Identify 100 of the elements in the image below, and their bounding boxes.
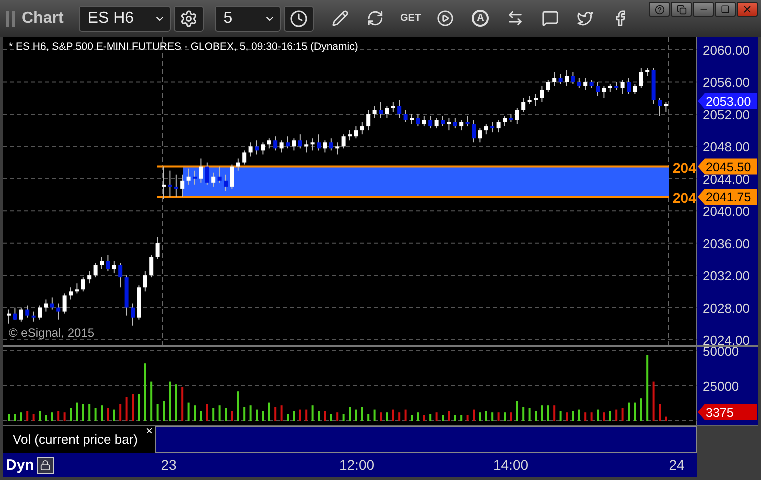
candlestick <box>664 102 668 113</box>
candlestick <box>428 116 433 130</box>
candlestick <box>156 236 160 260</box>
volume-bar <box>107 408 110 421</box>
candlestick <box>56 303 61 320</box>
candlestick <box>639 68 644 89</box>
close-icon <box>742 4 753 15</box>
minimize-button[interactable] <box>693 2 714 17</box>
volume-bar <box>156 404 159 421</box>
candlestick <box>422 116 426 128</box>
candlestick <box>602 86 606 99</box>
candlestick <box>540 86 544 103</box>
volume-bar <box>466 415 469 421</box>
restore-button[interactable] <box>671 2 692 17</box>
volume-bar <box>268 402 270 421</box>
volume-bar <box>26 411 29 421</box>
candlestick <box>19 307 24 322</box>
lock-icon[interactable] <box>37 456 54 474</box>
clock-button[interactable] <box>284 6 314 32</box>
candlestick <box>434 118 439 130</box>
zone-label: 204 <box>673 160 696 176</box>
candlestick <box>385 106 390 119</box>
volume-bar <box>622 408 624 421</box>
candlestick <box>230 164 234 190</box>
candlestick <box>379 102 383 119</box>
symbol-dropdown[interactable]: ES H6 <box>78 6 171 32</box>
candlestick <box>106 254 110 272</box>
volume-bar <box>64 412 66 421</box>
volume-bar <box>51 412 54 421</box>
candlestick <box>472 120 476 144</box>
candlestick <box>199 158 204 184</box>
volume-bar <box>342 414 345 421</box>
volume-bar <box>14 414 16 421</box>
candlestick <box>466 116 470 128</box>
volume-bar <box>293 411 296 421</box>
candlestick <box>584 78 588 91</box>
volume-bar <box>603 412 606 421</box>
volume-bar <box>430 414 432 421</box>
candlestick <box>224 174 228 192</box>
candlestick <box>484 124 488 136</box>
candlestick <box>32 311 36 322</box>
candlestick <box>212 172 216 188</box>
volume-bar <box>244 407 246 421</box>
candlestick <box>143 271 148 292</box>
candlestick <box>571 72 576 85</box>
price-tick: 2052.00 <box>703 107 750 122</box>
candlestick <box>577 78 582 89</box>
candlestick <box>168 170 172 198</box>
settings-button[interactable] <box>174 6 204 32</box>
volume-bar <box>150 382 153 421</box>
candlestick <box>255 140 259 156</box>
price-tick: 2024.00 <box>703 333 750 345</box>
volume-bar <box>88 404 91 421</box>
volume-bar <box>616 410 618 421</box>
candlestick <box>372 106 377 119</box>
volume-bar <box>175 384 178 421</box>
gear-icon <box>180 10 198 28</box>
candlestick <box>218 166 222 184</box>
volume-bar <box>492 412 494 421</box>
candlestick <box>342 134 346 150</box>
volume-bar <box>212 408 215 421</box>
candlestick <box>515 108 520 126</box>
maximize-icon <box>721 5 730 14</box>
price-tick: 2032.00 <box>703 268 750 284</box>
volume-tick: 25000 <box>703 379 740 394</box>
candlestick <box>627 78 631 95</box>
candlestick <box>118 262 123 288</box>
candlestick <box>50 297 54 310</box>
candlestick <box>131 303 135 326</box>
candlestick <box>286 136 290 150</box>
chart-legend: * ES H6, S&P 500 E-MINI FUTURES - GLOBEX, 5, 09:30-16:15 (Dynamic) <box>9 41 358 53</box>
interval-dropdown[interactable]: 5 <box>214 6 281 32</box>
volume-bar <box>206 404 208 421</box>
candlestick <box>503 116 507 128</box>
candlestick <box>546 80 550 93</box>
volume-bar <box>510 412 512 421</box>
time-label: 24 <box>669 457 685 473</box>
volume-bar <box>169 382 172 421</box>
volume-bar <box>479 412 482 421</box>
volume-bar <box>528 408 531 421</box>
close-icon[interactable]: × <box>146 424 153 438</box>
volume-bar <box>262 411 264 421</box>
candlestick <box>26 305 30 318</box>
help-button[interactable] <box>649 2 670 17</box>
volume-bar <box>541 406 544 421</box>
candlestick <box>410 114 414 126</box>
volume-bar <box>58 411 60 421</box>
volume-bar <box>113 410 116 421</box>
get-button[interactable]: GET <box>400 8 422 30</box>
candlestick <box>162 166 166 200</box>
volume-bar <box>417 412 420 421</box>
close-button[interactable] <box>737 2 758 17</box>
candlestick <box>81 277 86 292</box>
volume-bar <box>485 411 488 421</box>
study-name: Vol (current price bar) <box>13 432 138 447</box>
volume-bar <box>665 416 668 421</box>
maximize-button[interactable] <box>715 2 736 17</box>
mode-label[interactable]: Dyn <box>6 456 34 474</box>
time-label: 23 <box>161 457 177 473</box>
volume-bar <box>590 412 593 421</box>
